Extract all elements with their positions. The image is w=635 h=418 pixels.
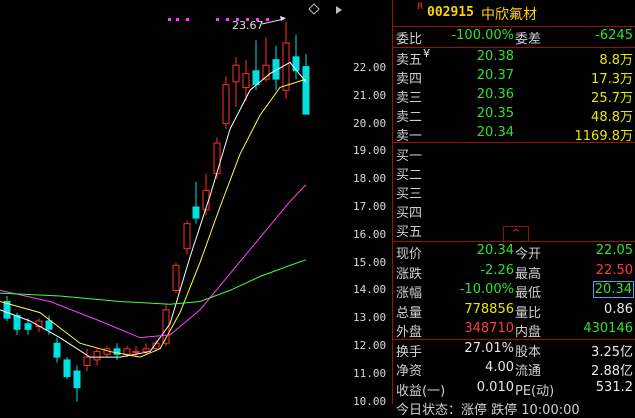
high-marker-label: 23.67 bbox=[232, 19, 264, 32]
candle-body bbox=[183, 223, 191, 250]
stock-code: 002915 bbox=[427, 5, 474, 20]
candle-body bbox=[192, 206, 200, 219]
candle-body bbox=[292, 56, 300, 72]
quote-row: 净资 4.00 流通 2.88亿 bbox=[396, 360, 633, 379]
high-marker-arrow bbox=[261, 18, 285, 25]
signal-dot bbox=[168, 18, 171, 21]
signal-dot bbox=[186, 18, 189, 21]
stock-name: 中欣氟材 bbox=[481, 7, 537, 23]
candle-body bbox=[302, 66, 310, 115]
candle-body bbox=[132, 351, 140, 354]
status-row: 今日状态：涨停 跌停 10:00:00 bbox=[396, 403, 580, 418]
y-tick-label: 19.00 bbox=[353, 144, 387, 158]
ma5-line bbox=[0, 61, 307, 358]
candle-body bbox=[13, 314, 21, 330]
candle-body bbox=[123, 348, 131, 355]
signal-dot bbox=[226, 18, 229, 21]
diamond-icon[interactable] bbox=[308, 3, 320, 15]
sell-level-2[interactable]: 卖二 20.35 48.8万 bbox=[393, 105, 635, 125]
quote-row: 涨幅 -10.00% 最低 20.34 bbox=[396, 281, 635, 301]
candle-body bbox=[63, 359, 71, 378]
candle-body bbox=[282, 42, 290, 91]
ma20-line bbox=[0, 184, 307, 339]
candle-body bbox=[232, 64, 240, 83]
signal-dot bbox=[216, 18, 219, 21]
candle-body bbox=[24, 323, 32, 330]
quote-row: 换手 27.01% 股本 3.25亿 bbox=[396, 340, 633, 360]
collapse-depth-button[interactable]: ^ bbox=[503, 226, 529, 242]
y-tick-label: 11.00 bbox=[353, 366, 387, 380]
candle-body bbox=[53, 342, 61, 358]
y-tick-label: 16.00 bbox=[353, 227, 387, 241]
candle-body bbox=[73, 370, 81, 389]
sell-level-3[interactable]: 卖三 20.36 25.7万 bbox=[393, 86, 635, 106]
y-tick-label: 20.00 bbox=[353, 116, 387, 130]
y-tick-label: 14.00 bbox=[353, 283, 387, 297]
candle-body bbox=[172, 264, 180, 291]
y-tick-label: 10.00 bbox=[353, 394, 387, 408]
kline-svg[interactable]: 23.67 bbox=[0, 0, 392, 404]
sell-level-4[interactable]: 卖四 20.37 17.3万 bbox=[393, 67, 635, 87]
buy-level-4[interactable]: 买四 bbox=[393, 201, 635, 221]
candle-body bbox=[242, 73, 250, 88]
stock-header: R 002915 中欣氟材 bbox=[393, 0, 635, 26]
y-tick-label: 13.00 bbox=[353, 311, 387, 325]
quote-panel: R 002915 中欣氟材 委比 -100.00% 委差 -6245 卖五 ¥ … bbox=[392, 0, 635, 418]
weibi-row: 委比 -100.00% 委差 -6245 bbox=[396, 28, 633, 47]
high-marker-arrowhead bbox=[280, 16, 286, 21]
signal-dot bbox=[176, 18, 179, 21]
buy-level-1[interactable]: 买一 bbox=[393, 144, 635, 164]
buy-level-2[interactable]: 买二 bbox=[393, 163, 635, 183]
sell-level-5[interactable]: 卖五 ¥ 20.38 8.8万 bbox=[393, 47, 635, 68]
y-tick-label: 18.00 bbox=[353, 172, 387, 186]
stock-flag: R bbox=[417, 2, 424, 12]
y-tick-label: 22.00 bbox=[353, 61, 387, 74]
y-tick-label: 12.00 bbox=[353, 339, 387, 352]
quote-row: 总量 778856 量比 0.86 bbox=[396, 301, 633, 321]
candle-body bbox=[142, 348, 150, 353]
candle-body bbox=[93, 351, 101, 361]
ma10-line bbox=[0, 78, 307, 358]
y-tick-label: 15.00 bbox=[353, 255, 387, 269]
y-tick-label: 21.00 bbox=[353, 88, 387, 102]
buy-level-3[interactable]: 买三 bbox=[393, 182, 635, 202]
quote-row: 涨跌 -2.26 最高 22.50 bbox=[396, 262, 633, 282]
candle-body bbox=[222, 84, 230, 125]
candle-body bbox=[213, 142, 221, 175]
quote-row: 外盘 348710 内盘 430146 bbox=[396, 321, 633, 340]
quote-row: 现价 20.34 今开 22.05 bbox=[396, 243, 633, 262]
sell-level-1[interactable]: 卖一 20.34 1169.8万 bbox=[393, 124, 635, 144]
kline-chart[interactable]: 23.67 22.00 21.00 20.00 19.00 18.00 17.00 16.0… bbox=[0, 0, 392, 408]
ma60-line bbox=[0, 259, 307, 305]
candle-body bbox=[45, 320, 53, 330]
signal-dot bbox=[266, 18, 269, 21]
candle-body bbox=[252, 70, 260, 86]
y-tick-label: 17.00 bbox=[353, 200, 387, 213]
quote-row: 收益(一) 0.010 PE(动) 531.2 bbox=[396, 379, 633, 399]
candle-body bbox=[83, 356, 91, 366]
collapse-right-icon[interactable] bbox=[336, 6, 342, 14]
